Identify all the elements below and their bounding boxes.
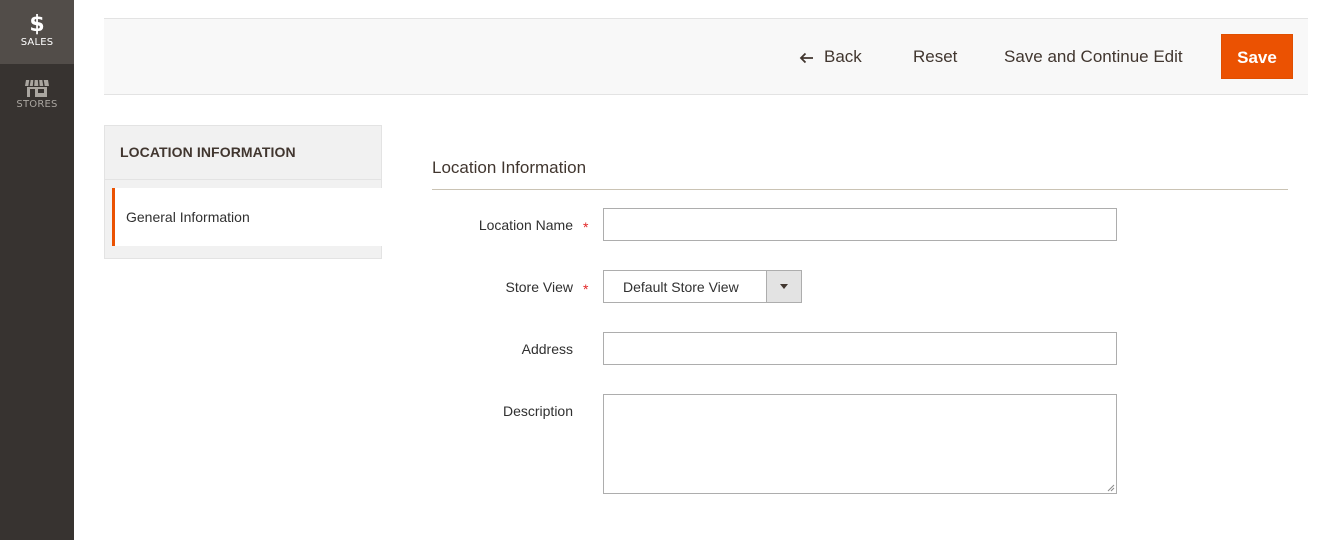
- address-input[interactable]: [603, 332, 1117, 365]
- tab-general-information[interactable]: General Information: [112, 188, 382, 246]
- description-label: Description: [502, 403, 573, 419]
- arrow-left-icon: [799, 52, 813, 64]
- location-name-label: Location Name: [478, 217, 573, 233]
- store-view-select[interactable]: Default Store View: [603, 270, 802, 303]
- caret-down-icon: [780, 284, 788, 289]
- nav-item-sales[interactable]: $ SALES: [0, 0, 74, 64]
- back-button[interactable]: Back: [799, 47, 862, 67]
- dropdown-toggle[interactable]: [766, 271, 801, 302]
- nav-item-label: SALES: [20, 37, 54, 48]
- store-view-selected-value: Default Store View: [623, 279, 739, 295]
- section-title: Location Information: [432, 158, 587, 177]
- side-tabs: LOCATION INFORMATION General Information: [104, 125, 382, 259]
- side-tabs-heading: LOCATION INFORMATION: [120, 144, 296, 160]
- page-actions-bar: Back Reset Save and Continue Edit Save: [104, 18, 1308, 95]
- address-label: Address: [521, 341, 573, 357]
- save-and-continue-button[interactable]: Save and Continue Edit: [1004, 47, 1183, 67]
- admin-sidebar: $ SALES STORES: [0, 0, 74, 540]
- required-marker: *: [583, 281, 589, 297]
- back-button-label: Back: [824, 47, 862, 66]
- description-textarea[interactable]: [603, 394, 1117, 494]
- store-view-label: Store View: [505, 279, 573, 295]
- reset-button[interactable]: Reset: [913, 47, 957, 67]
- save-button[interactable]: Save: [1221, 34, 1293, 79]
- section-divider: [432, 189, 1288, 190]
- storefront-icon: [25, 79, 49, 97]
- location-name-input[interactable]: [603, 208, 1117, 241]
- required-marker: *: [583, 219, 589, 235]
- divider: [105, 179, 381, 180]
- tab-label: General Information: [126, 209, 250, 225]
- resize-handle-icon[interactable]: [1106, 483, 1115, 492]
- nav-item-stores[interactable]: STORES: [0, 66, 74, 126]
- dollar-icon: $: [29, 12, 45, 37]
- nav-item-label: STORES: [16, 99, 58, 110]
